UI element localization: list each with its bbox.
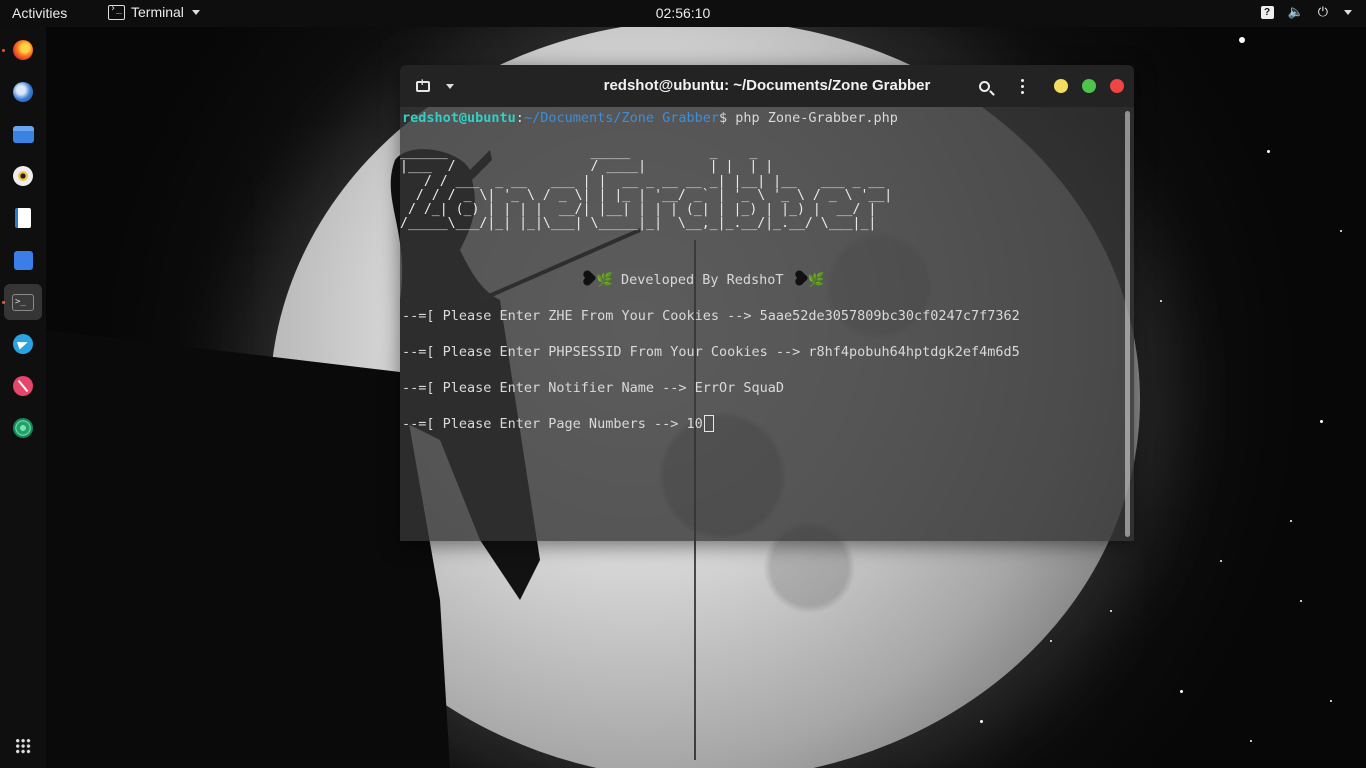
terminal-output[interactable]: redshot@ubuntu:~/Documents/Zone Grabber$… xyxy=(400,107,1134,541)
scrollbar[interactable] xyxy=(1125,111,1130,537)
output-line: --=[ Please Enter Page Numbers --> 10 xyxy=(402,415,714,433)
output-prompt: --=[ Please Enter Page Numbers --> xyxy=(402,416,687,432)
text-cursor xyxy=(703,415,714,432)
tab-menu-button[interactable] xyxy=(440,74,458,98)
firefox-icon xyxy=(13,40,33,60)
menu-button[interactable] xyxy=(1012,74,1032,98)
volume-icon[interactable]: 🔈 xyxy=(1288,4,1304,20)
herb-icon: 🌿 xyxy=(596,272,613,288)
maximize-button[interactable] xyxy=(1082,79,1096,93)
search-button[interactable] xyxy=(972,74,996,98)
activities-button[interactable]: Activities xyxy=(12,5,67,21)
dock-thunderbird[interactable] xyxy=(4,74,42,110)
prompt-separator: : xyxy=(515,110,524,126)
app-menu-label: Terminal xyxy=(131,4,184,20)
vpn-icon xyxy=(13,418,33,438)
terminal-icon: >_ xyxy=(12,293,34,311)
minimize-button[interactable] xyxy=(1054,79,1068,93)
dock-vpn[interactable] xyxy=(4,410,42,446)
close-button[interactable] xyxy=(1110,79,1124,93)
show-applications-icon[interactable] xyxy=(15,738,31,754)
dock-telegram[interactable] xyxy=(4,326,42,362)
output-line: --=[ Please Enter Notifier Name --> ErrO… xyxy=(402,379,784,397)
ascii-banner: ______ _____ _ _ |___ / / ____| | | | | … xyxy=(400,145,893,232)
new-tab-icon xyxy=(416,77,430,92)
output-prompt: --=[ Please Enter ZHE From Your Cookies … xyxy=(402,308,760,324)
dock-firefox[interactable] xyxy=(4,32,42,68)
prompt-path: ~/Documents/Zone Grabber xyxy=(523,110,720,126)
telegram-icon xyxy=(13,334,33,354)
search-icon xyxy=(978,80,990,92)
writer-icon xyxy=(15,208,31,228)
command-line: redshot@ubuntu:~/Documents/Zone Grabber$… xyxy=(402,109,898,127)
output-prompt: --=[ Please Enter PHPSESSID From Your Co… xyxy=(402,344,809,360)
herb-icon: 🌿 xyxy=(807,272,825,288)
files-icon xyxy=(12,125,34,143)
developed-by-line: 🌿 Developed By RedshoT 🌿 xyxy=(580,271,824,289)
rhythmbox-icon xyxy=(13,166,33,186)
system-tray[interactable]: ? 🔈 ⏻ xyxy=(1260,4,1352,20)
dock-terminal[interactable]: >_ xyxy=(4,284,42,320)
terminal-window[interactable]: redshot@ubuntu: ~/Documents/Zone Grabber… xyxy=(400,65,1134,541)
thunderbird-icon xyxy=(13,82,33,102)
output-line: --=[ Please Enter ZHE From Your Cookies … xyxy=(402,307,1020,325)
power-icon[interactable]: ⏻ xyxy=(1318,4,1328,20)
help-icon[interactable]: ? xyxy=(1260,5,1274,19)
output-value: ErrOr SquaD xyxy=(694,380,785,396)
output-value: r8hf4pobuh64hptdgk2ef4m6d5 xyxy=(808,344,1020,360)
output-value: 10 xyxy=(686,416,703,432)
chevron-down-icon[interactable] xyxy=(1344,9,1352,15)
postman-icon xyxy=(13,376,33,396)
output-prompt: --=[ Please Enter Notifier Name --> xyxy=(402,380,695,396)
app-menu-terminal[interactable]: Terminal xyxy=(108,3,200,20)
dock-software[interactable] xyxy=(4,242,42,278)
dock-rhythmbox[interactable] xyxy=(4,158,42,194)
chevron-down-icon xyxy=(446,83,454,89)
output-line: --=[ Please Enter PHPSESSID From Your Co… xyxy=(402,343,1020,361)
software-store-icon xyxy=(13,250,33,270)
terminal-icon xyxy=(108,3,125,20)
clock[interactable]: 02:56:10 xyxy=(0,5,1366,21)
new-tab-button[interactable] xyxy=(412,74,434,98)
prompt-symbol: $ xyxy=(719,110,728,126)
black-heart-icon xyxy=(790,268,810,288)
dock-files[interactable] xyxy=(4,116,42,152)
command-text: php Zone-Grabber.php xyxy=(727,110,898,126)
dock-postman[interactable] xyxy=(4,368,42,404)
terminal-titlebar[interactable]: redshot@ubuntu: ~/Documents/Zone Grabber xyxy=(400,65,1134,107)
prompt-user: redshot@ubuntu xyxy=(402,110,516,126)
dock: >_ xyxy=(0,27,46,768)
top-bar: Activities Terminal 02:56:10 ? 🔈 ⏻ xyxy=(0,0,1366,27)
developed-by-text: Developed By RedshoT xyxy=(612,272,792,288)
dock-writer[interactable] xyxy=(4,200,42,236)
chevron-down-icon xyxy=(191,9,200,15)
black-heart-icon xyxy=(578,268,598,288)
output-value: 5aae52de3057809bc30cf0247c7f7362 xyxy=(759,308,1020,324)
